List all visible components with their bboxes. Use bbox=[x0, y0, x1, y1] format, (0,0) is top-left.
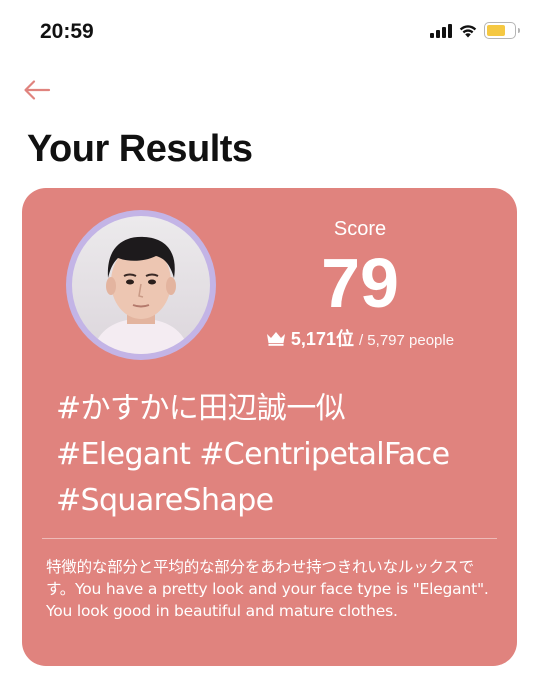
score-block: Score 79 5,171位 / 5,797 people bbox=[240, 218, 480, 351]
battery-level bbox=[487, 25, 506, 36]
battery-icon bbox=[484, 22, 520, 39]
rank-value: 5,171位 bbox=[290, 329, 354, 349]
back-arrow-icon[interactable] bbox=[22, 78, 52, 102]
avatar bbox=[72, 216, 210, 354]
page-title: Your Results bbox=[27, 128, 253, 170]
crown-icon bbox=[266, 331, 285, 346]
score-value: 79 bbox=[321, 244, 399, 322]
wifi-icon bbox=[459, 24, 477, 37]
status-icons bbox=[430, 22, 520, 39]
hashtag-line: #かすかに田辺誠一似 bbox=[56, 391, 346, 426]
status-time: 20:59 bbox=[40, 20, 94, 43]
rank-line: 5,171位 / 5,797 people bbox=[240, 325, 480, 351]
score-label: Score bbox=[333, 218, 387, 240]
signal-icon bbox=[430, 23, 452, 38]
rank-total: / 5,797 people bbox=[358, 332, 455, 349]
hashtag-line: #Elegant #CentripetalFace bbox=[56, 437, 450, 472]
status-bar: 20:59 bbox=[0, 0, 538, 62]
result-description: 特徴的な部分と平均的な部分をあわせ持つきれいなルックスです。You have a… bbox=[46, 558, 489, 620]
avatar-ring bbox=[66, 210, 216, 360]
divider bbox=[42, 538, 497, 539]
hashtags: #かすかに田辺誠一似 #Elegant #CentripetalFace #Sq… bbox=[56, 386, 506, 524]
hashtag-line: #SquareShape bbox=[56, 483, 274, 518]
result-card: Score 79 5,171位 / 5,797 people #かすかに田辺誠一… bbox=[22, 188, 517, 666]
